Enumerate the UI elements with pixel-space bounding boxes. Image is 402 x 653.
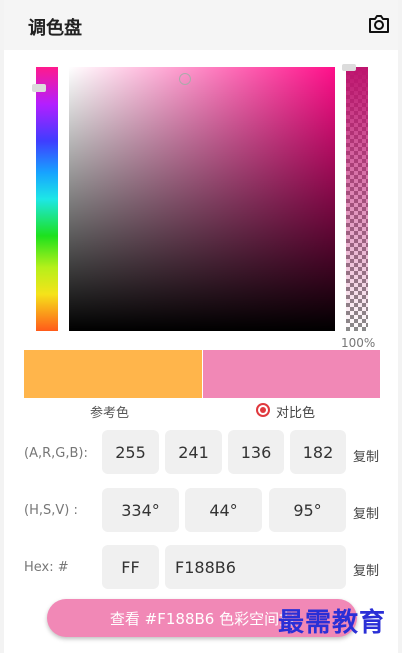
hue-slider-handle[interactable] bbox=[32, 84, 46, 92]
camera-icon[interactable] bbox=[368, 14, 390, 34]
alpha-slider-handle[interactable] bbox=[342, 64, 356, 71]
argb-r-field[interactable]: 241 bbox=[165, 430, 222, 474]
copy-hsv-button[interactable]: 复制 bbox=[353, 503, 379, 522]
hsv-v-field[interactable]: 95° bbox=[269, 488, 346, 532]
header-bar: 调色盘 bbox=[4, 0, 398, 50]
copy-argb-button[interactable]: 复制 bbox=[353, 446, 379, 465]
argb-label: (A,R,G,B): bbox=[24, 446, 88, 461]
alpha-percent: 100% bbox=[341, 336, 376, 350]
hex-label: Hex: # bbox=[24, 560, 69, 575]
compare-color-label[interactable]: 对比色 bbox=[276, 402, 315, 421]
argb-a-field[interactable]: 255 bbox=[102, 430, 159, 474]
saturation-value-field[interactable] bbox=[69, 67, 335, 331]
color-picker-cursor[interactable] bbox=[179, 73, 191, 85]
watermark-text: 最需教育 bbox=[278, 608, 387, 638]
copy-hex-button[interactable]: 复制 bbox=[353, 560, 379, 579]
hex-value-field[interactable]: F188B6 bbox=[165, 545, 346, 589]
reference-color-label[interactable]: 参考色 bbox=[90, 402, 129, 421]
hsv-h-field[interactable]: 334° bbox=[102, 488, 179, 532]
alpha-slider[interactable] bbox=[346, 67, 368, 331]
hue-slider[interactable] bbox=[36, 67, 58, 331]
hsv-label: (H,S,V) : bbox=[24, 503, 78, 518]
argb-g-field[interactable]: 136 bbox=[228, 430, 284, 474]
compare-radio-button[interactable] bbox=[256, 403, 270, 417]
alpha-gradient bbox=[346, 67, 368, 331]
hsv-s-field[interactable]: 44° bbox=[185, 488, 262, 532]
compare-color-swatch[interactable] bbox=[203, 350, 380, 398]
argb-b-field[interactable]: 182 bbox=[290, 430, 346, 474]
reference-color-swatch[interactable] bbox=[24, 350, 202, 398]
hex-alpha-field[interactable]: FF bbox=[102, 545, 159, 589]
page-title: 调色盘 bbox=[28, 18, 82, 39]
